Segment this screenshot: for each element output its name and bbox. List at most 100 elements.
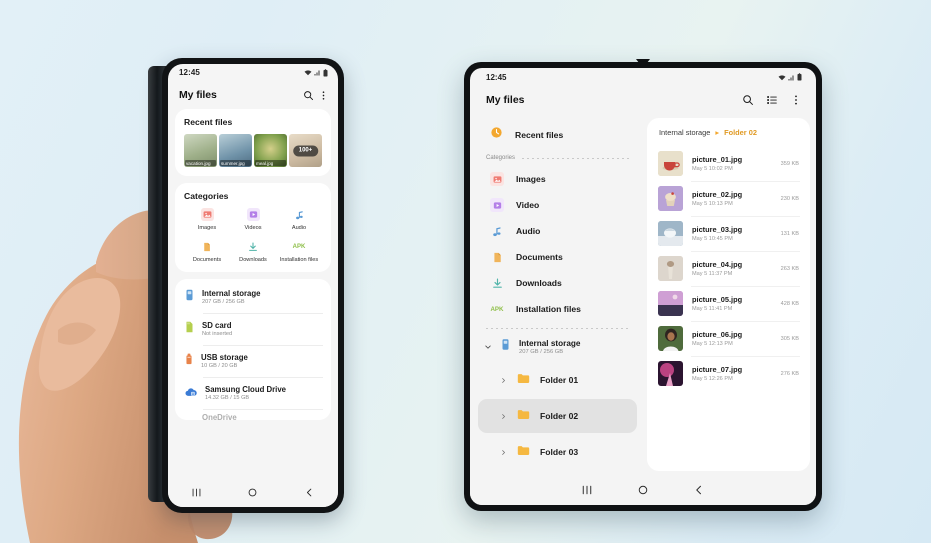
sidebar-item-label: Audio (516, 226, 541, 236)
recent-files-icon (490, 126, 503, 144)
recent-files-heading: Recent files (184, 117, 233, 127)
file-size: 263 KB (780, 265, 799, 272)
sidebar-folder-03[interactable]: Folder 03 (478, 435, 637, 469)
chevron-down-icon[interactable] (484, 338, 492, 356)
storage-item-text: Samsung Cloud Drive 14.32 GB / 15 GB (205, 385, 286, 402)
sidebar-categories-header: Categories (470, 150, 645, 166)
categories-heading: Categories (184, 191, 229, 201)
storage-item-text: OneDrive (202, 413, 237, 420)
folder-label: Folder 03 (540, 447, 579, 457)
phone-screen: 12:45 My files Recent files vacation.jpg… (168, 64, 338, 507)
file-date: May 5 10:45 PM (692, 235, 733, 242)
sidebar-folder-02[interactable]: Folder 02 (478, 399, 637, 433)
internal-storage-name: Internal storage (519, 339, 581, 348)
storage-item-internal[interactable]: Internal storage 207 GB / 256 GB (175, 281, 331, 313)
folder-label: Folder 01 (540, 375, 579, 385)
sidebar-internal-storage[interactable]: Internal storage 207 GB / 256 GB (470, 333, 645, 361)
recent-thumb[interactable]: vacation.jpg (184, 134, 217, 167)
folder-icon (517, 443, 530, 461)
category-videos[interactable]: Videos (230, 208, 276, 231)
recent-thumb-caption: vacation.jpg (185, 160, 216, 166)
storage-item-samsung-cloud[interactable]: Samsung Cloud Drive 14.32 GB / 15 GB (175, 377, 331, 409)
storage-item-onedrive[interactable]: OneDrive (175, 409, 331, 420)
file-size: 276 KB (780, 370, 799, 377)
recents-icon[interactable] (191, 485, 202, 503)
documents-icon (201, 240, 214, 253)
file-date: May 5 11:37 PM (692, 270, 733, 277)
table-row[interactable]: picture_04.jpg May 5 11:37 PM 263 KB (647, 251, 810, 286)
sidebar-item-images[interactable]: Images (470, 166, 637, 192)
unfolded-tablet-device: 12:45 My files Recent files Categories I… (464, 62, 822, 511)
sidebar-item-audio[interactable]: Audio (470, 218, 637, 244)
breadcrumb-separator-icon: ▸ (715, 128, 720, 137)
breadcrumb-root[interactable]: Internal storage (659, 128, 710, 137)
table-row[interactable]: picture_03.jpg May 5 10:45 PM 131 KB (647, 216, 810, 251)
phone-status-bar: 12:45 (168, 64, 338, 81)
file-meta: picture_04.jpg May 5 11:37 PM (692, 260, 772, 277)
sidebar-item-downloads[interactable]: Downloads (470, 270, 637, 296)
wifi-icon (304, 70, 312, 76)
sidebar-item-documents[interactable]: Documents (470, 244, 637, 270)
audio-icon (490, 224, 504, 238)
sidebar-item-label: Documents (516, 252, 563, 262)
signal-icon (314, 70, 320, 76)
recent-thumb-more[interactable]: 100+ (289, 134, 322, 167)
sidebar-item-recent-files[interactable]: Recent files (470, 120, 637, 150)
file-name: picture_02.jpg (692, 190, 743, 200)
category-label: Videos (244, 225, 262, 231)
usb-storage-icon (185, 352, 193, 370)
divider-dotted (486, 328, 631, 329)
chevron-right-icon[interactable] (500, 443, 507, 461)
storage-item-sdcard[interactable]: SD card Not inserted (175, 313, 331, 345)
back-icon[interactable] (693, 483, 705, 501)
battery-icon (323, 68, 328, 76)
table-row[interactable]: picture_06.jpg May 5 12:13 PM 305 KB (647, 321, 810, 356)
sidebar-item-label: Installation files (516, 304, 581, 314)
file-date: May 5 10:02 PM (692, 165, 733, 172)
images-icon (490, 172, 504, 186)
sidebar-item-video[interactable]: Video (470, 192, 637, 218)
chevron-right-icon[interactable] (500, 407, 507, 425)
video-icon (246, 208, 260, 221)
sidebar-item-installation-files[interactable]: APK Installation files (470, 296, 637, 322)
category-documents[interactable]: Documents (184, 240, 230, 263)
category-downloads[interactable]: Downloads (230, 240, 276, 263)
file-name: picture_01.jpg (692, 155, 743, 165)
storage-item-name: USB storage (201, 352, 248, 362)
breadcrumb-current: Folder 02 (724, 128, 757, 137)
table-row[interactable]: picture_07.jpg May 5 12:26 PM 276 KB (647, 356, 810, 391)
more-vert-icon[interactable] (318, 90, 329, 101)
more-vert-icon[interactable] (790, 94, 802, 106)
phone-content: Recent files vacation.jpg summer.jpg mea… (168, 109, 338, 481)
wifi-icon (778, 74, 786, 80)
cloud-drive-icon (185, 384, 197, 402)
search-icon[interactable] (742, 94, 754, 106)
table-row[interactable]: picture_01.jpg May 5 10:02 PM 359 KB (647, 146, 810, 181)
category-images[interactable]: Images (184, 208, 230, 231)
recent-thumb[interactable]: meal.jpg (254, 134, 287, 167)
category-label: Installation files (279, 257, 319, 263)
tablet-status-icons (778, 73, 802, 81)
tablet-main: Recent files Categories Images Video Aud… (470, 114, 816, 479)
back-icon[interactable] (304, 485, 315, 503)
home-icon[interactable] (637, 483, 649, 501)
table-row[interactable]: picture_02.jpg May 5 10:13 PM 230 KB (647, 181, 810, 216)
storage-item-usb[interactable]: USB storage 10 GB / 20 GB (175, 345, 331, 377)
sidebar-folder-01[interactable]: Folder 01 (478, 363, 637, 397)
file-list: picture_01.jpg May 5 10:02 PM 359 KB pic… (647, 146, 810, 391)
table-row[interactable]: picture_05.jpg May 5 11:41 PM 428 KB (647, 286, 810, 321)
storage-item-name: Samsung Cloud Drive (205, 384, 287, 394)
category-audio[interactable]: Audio (276, 208, 322, 231)
file-date: May 5 12:13 PM (692, 340, 733, 347)
list-view-icon[interactable] (766, 94, 778, 106)
recent-thumb[interactable]: summer.jpg (219, 134, 252, 167)
home-icon[interactable] (247, 485, 258, 503)
file-thumbnail (658, 151, 683, 176)
chevron-right-icon[interactable] (500, 371, 507, 389)
more-count-badge: 100+ (292, 145, 319, 156)
search-icon[interactable] (303, 90, 314, 101)
category-installation-files[interactable]: APK Installation files (276, 240, 322, 264)
sidebar-item-label: Downloads (516, 278, 562, 288)
recents-icon[interactable] (581, 483, 593, 501)
tablet-app-bar: My files (470, 86, 816, 114)
